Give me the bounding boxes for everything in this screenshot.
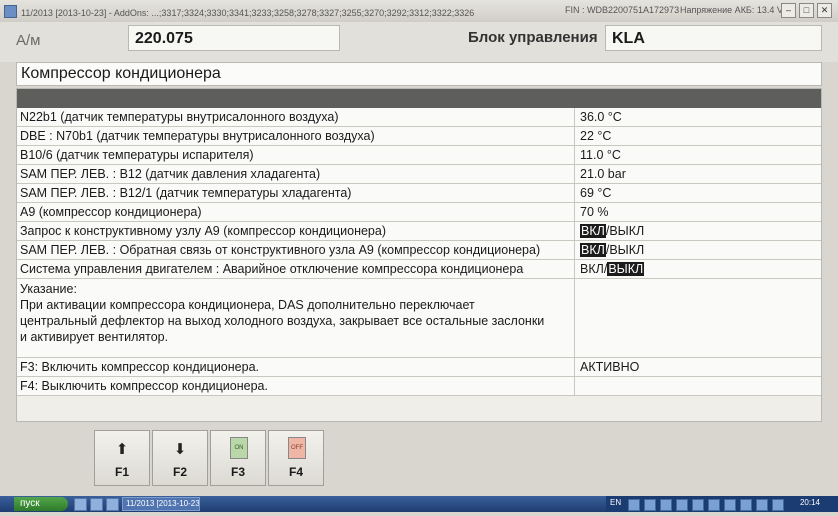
status-on: ВКЛ <box>580 262 604 276</box>
taskbar-task[interactable]: 11/2013 [2013-10-23... <box>122 497 200 511</box>
maximize-icon[interactable]: □ <box>799 3 814 18</box>
title-text: 11/2013 [2013-10-23] - AddOns: ...;3317;… <box>4 5 474 18</box>
status-off: ВЫКЛ <box>609 243 645 257</box>
switch-status: ВКЛ/ВЫКЛ <box>576 260 821 278</box>
row-label: SAM ПЕР. ЛЕВ. : B12/1 (датчик температур… <box>17 184 575 202</box>
page-title: Компрессор кондиционера <box>16 62 822 86</box>
note-line: При активации компрессора кондиционера, … <box>20 298 475 312</box>
f4-button[interactable]: OFF F4 <box>268 430 324 486</box>
start-button[interactable]: пуск <box>14 497 68 511</box>
system-tray: EN 20:14 <box>606 496 838 512</box>
row-label: N22b1 (датчик температуры внутрисалонног… <box>17 108 575 126</box>
switch-row: Запрос к конструктивному узлу A9 (компре… <box>17 222 821 241</box>
f1-label: F1 <box>114 465 129 479</box>
status-off: ВЫКЛ <box>609 224 645 238</box>
tray-icon[interactable] <box>644 499 656 511</box>
title-addons-text: 11/2013 [2013-10-23] - AddOns: ...;3317;… <box>21 8 475 18</box>
row-value: 11.0 °C <box>580 148 621 162</box>
tray-icon[interactable] <box>756 499 768 511</box>
action-label: F4: Выключить компрессор кондиционера. <box>17 377 575 395</box>
tray-icon[interactable] <box>740 499 752 511</box>
row-label: Запрос к конструктивному узлу A9 (компре… <box>17 222 575 240</box>
action-row-f4[interactable]: F4: Выключить компрессор кондиционера. <box>17 377 821 396</box>
vehicle-label: А/м <box>16 32 41 49</box>
app-launch-icon[interactable] <box>106 498 119 511</box>
note-line: центральный дефлектор на выход холодного… <box>20 314 545 328</box>
status-off: ВЫКЛ <box>607 262 645 276</box>
title-bar: 11/2013 [2013-10-23] - AddOns: ...;3317;… <box>0 0 838 23</box>
f3-label: F3 <box>230 465 245 479</box>
note-title: Указание: <box>20 282 77 296</box>
app-icon <box>4 5 17 18</box>
row-label: SAM ПЕР. ЛЕВ. : B12 (датчик давления хла… <box>17 165 575 183</box>
row-value: 70 % <box>580 205 609 219</box>
row-label: Система управления двигателем : Аварийно… <box>17 260 575 278</box>
language-indicator[interactable]: EN <box>610 498 621 507</box>
tray-icon[interactable] <box>692 499 704 511</box>
tray-icon[interactable] <box>772 499 784 511</box>
vehicle-header: А/м 220.075 Блок управления KLA <box>0 22 838 62</box>
switch-status: ВКЛ/ВЫКЛ <box>576 241 821 259</box>
f3-button[interactable]: ON F3 <box>210 430 266 486</box>
quick-launch <box>74 498 122 516</box>
action-status <box>576 377 821 395</box>
note-value <box>576 279 821 357</box>
vehicle-model-field: 220.075 <box>128 25 340 51</box>
row-label: B10/6 (датчик температуры испарителя) <box>17 146 575 164</box>
values-panel: N22b1 (датчик температуры внутрисалонног… <box>16 88 822 422</box>
values-table: N22b1 (датчик температуры внутрисалонног… <box>17 108 821 396</box>
note-row: Указание: При активации компрессора конд… <box>17 279 821 358</box>
fin-label: FIN : WDB2200751A172973 <box>565 5 680 15</box>
tray-icon[interactable] <box>628 499 640 511</box>
switch-off-icon: OFF <box>288 437 306 459</box>
row-value: 21.0 bar <box>580 167 626 181</box>
action-status: АКТИВНО <box>580 360 640 374</box>
keyboard-icon[interactable] <box>74 498 87 511</box>
f4-label: F4 <box>288 465 303 479</box>
row-label: SAM ПЕР. ЛЕВ. : Обратная связь от констр… <box>17 241 575 259</box>
control-unit-label: Блок управления <box>468 29 598 46</box>
clock: 20:14 <box>799 498 820 507</box>
row-label: DBE : N70b1 (датчик температуры внутриса… <box>17 127 575 145</box>
control-unit-field: KLA <box>605 25 822 51</box>
row-label: A9 (компрессор кондиционера) <box>17 203 575 221</box>
switch-on-icon: ON <box>230 437 248 459</box>
switch-row: SAM ПЕР. ЛЕВ. : Обратная связь от констр… <box>17 241 821 260</box>
minimize-icon[interactable]: – <box>781 3 796 18</box>
tray-icon[interactable] <box>724 499 736 511</box>
table-row: SAM ПЕР. ЛЕВ. : B12 (датчик давления хла… <box>17 165 821 184</box>
arrow-up-icon: ⬆ <box>115 441 129 458</box>
arrow-down-icon: ⬇ <box>173 441 187 458</box>
table-row: N22b1 (датчик температуры внутрисалонног… <box>17 108 821 127</box>
table-row: B10/6 (датчик температуры испарителя) 11.… <box>17 146 821 165</box>
row-value: 69 °C <box>580 186 612 200</box>
row-value: 36.0 °C <box>580 110 622 124</box>
action-label: F3: Включить компрессор кондиционера. <box>17 358 575 376</box>
action-row-f3[interactable]: F3: Включить компрессор кондиционера. АКТ… <box>17 358 821 377</box>
note-line: и активирует вентилятор. <box>20 330 169 344</box>
tray-icon[interactable] <box>676 499 688 511</box>
tray-icon[interactable] <box>708 499 720 511</box>
status-on: ВКЛ <box>580 224 606 238</box>
f2-label: F2 <box>172 465 187 479</box>
close-icon[interactable]: ✕ <box>817 3 832 18</box>
status-on: ВКЛ <box>580 243 606 257</box>
f2-button[interactable]: ⬇ F2 <box>152 430 208 486</box>
table-row: A9 (компрессор кондиционера) 70 % <box>17 203 821 222</box>
tray-icon[interactable] <box>660 499 672 511</box>
table-row: SAM ПЕР. ЛЕВ. : B12/1 (датчик температур… <box>17 184 821 203</box>
window-controls: – □ ✕ <box>778 3 832 18</box>
app-launch-icon[interactable] <box>90 498 103 511</box>
switch-row: Система управления двигателем : Аварийно… <box>17 260 821 279</box>
battery-voltage: Напряжение АКБ: 13.4 V <box>680 5 783 15</box>
note-text: Указание: При активации компрессора конд… <box>17 279 575 357</box>
table-row: DBE : N70b1 (датчик температуры внутриса… <box>17 127 821 146</box>
row-value: 22 °C <box>580 129 612 143</box>
table-header-bar <box>17 89 821 108</box>
f1-button[interactable]: ⬆ F1 <box>94 430 150 486</box>
switch-status: ВКЛ/ВЫКЛ <box>576 222 821 240</box>
taskbar: пуск 11/2013 [2013-10-23... EN 20:14 <box>0 496 838 512</box>
